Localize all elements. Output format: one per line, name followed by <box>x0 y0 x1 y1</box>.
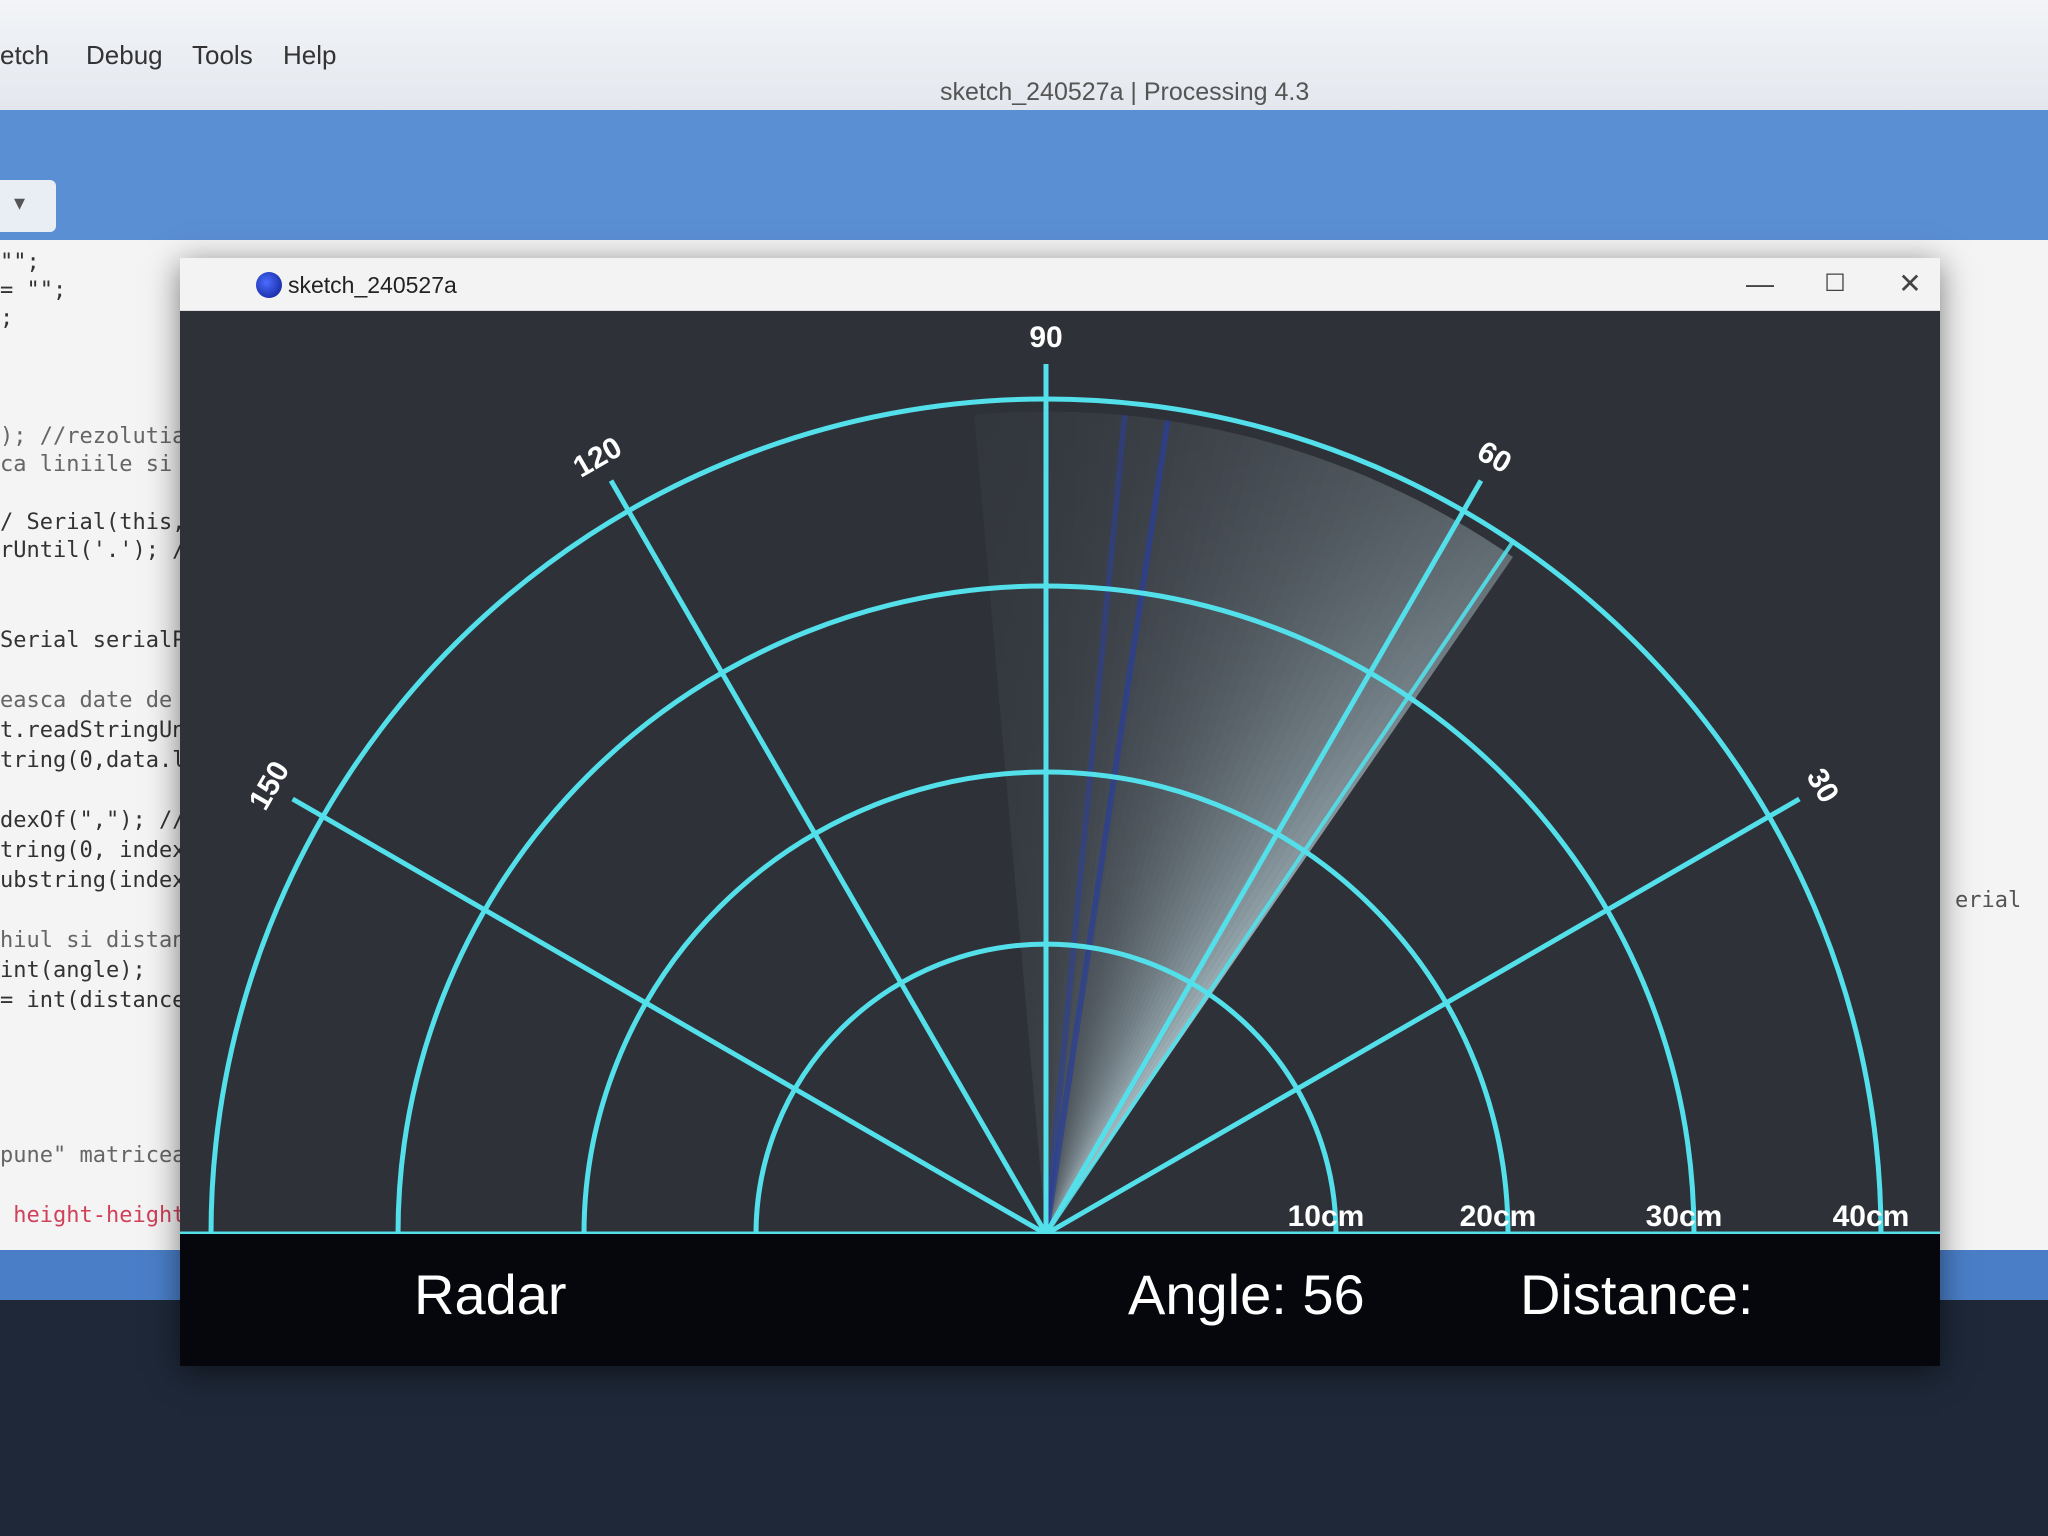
code-line: ; <box>0 306 14 331</box>
sketch-window-title: sketch_240527a <box>288 272 457 298</box>
angle-label-90: 90 <box>1029 321 1062 354</box>
radar-canvas: Radar Angle: 56 Distance: 30 60 90 120 150 10… <box>180 321 1940 1366</box>
sweep-trail <box>974 411 1513 1235</box>
code-line: height-height <box>0 1203 186 1228</box>
code-fragment-right: erial <box>1955 888 2022 913</box>
radar-footer: Radar Angle: 56 Distance: <box>180 1234 1940 1366</box>
distance-label-20cm: 20cm <box>1460 1200 1537 1233</box>
close-button[interactable]: ✕ <box>1880 266 1940 302</box>
distance-label-10cm: 10cm <box>1288 1200 1365 1233</box>
processing-logo-icon <box>256 272 282 298</box>
editor-tab[interactable]: ▾ <box>0 180 56 232</box>
code-line: = ""; <box>0 278 67 303</box>
code-line: hiul si distant <box>0 928 199 953</box>
angle-label-150: 150 <box>243 756 297 816</box>
distance-readout: Distance: <box>1520 1263 1753 1326</box>
distance-label-40cm: 40cm <box>1833 1200 1910 1233</box>
minimize-button[interactable]: — <box>1730 266 1790 302</box>
menu-tools[interactable]: Tools <box>192 40 253 71</box>
ide-window-title: sketch_240527a | Processing 4.3 <box>940 78 1310 106</box>
menu-debug[interactable]: Debug <box>86 40 163 71</box>
ide-toolbar <box>0 110 2048 240</box>
angle-label-120: 120 <box>568 431 628 485</box>
code-line: = int(distance) <box>0 988 199 1013</box>
tab-dropdown-icon[interactable]: ▾ <box>14 190 25 216</box>
sketch-window: sketch_240527a — ☐ ✕ Radar Angle: 56 Dis… <box>180 258 1940 1366</box>
menu-sketch[interactable]: etch <box>0 40 49 71</box>
angle-label-30: 30 <box>1800 763 1845 808</box>
angle-readout: Angle: 56 <box>1128 1263 1365 1326</box>
code-line: pune" matricea <box>0 1143 186 1168</box>
radar-title: Radar <box>414 1263 567 1326</box>
ide-menubar: etch Debug Tools Help sketch_240527a | P… <box>0 0 2048 110</box>
sketch-titlebar[interactable]: sketch_240527a — ☐ ✕ <box>180 258 1940 311</box>
code-line: int(angle); <box>0 958 146 983</box>
code-line: ""; <box>0 250 40 275</box>
maximize-button[interactable]: ☐ <box>1805 266 1865 302</box>
spoke-150 <box>291 796 1048 1237</box>
distance-label-30cm: 30cm <box>1646 1200 1723 1233</box>
angle-label-60: 60 <box>1472 435 1517 480</box>
spoke-120 <box>608 479 1049 1236</box>
menu-help[interactable]: Help <box>283 40 336 71</box>
